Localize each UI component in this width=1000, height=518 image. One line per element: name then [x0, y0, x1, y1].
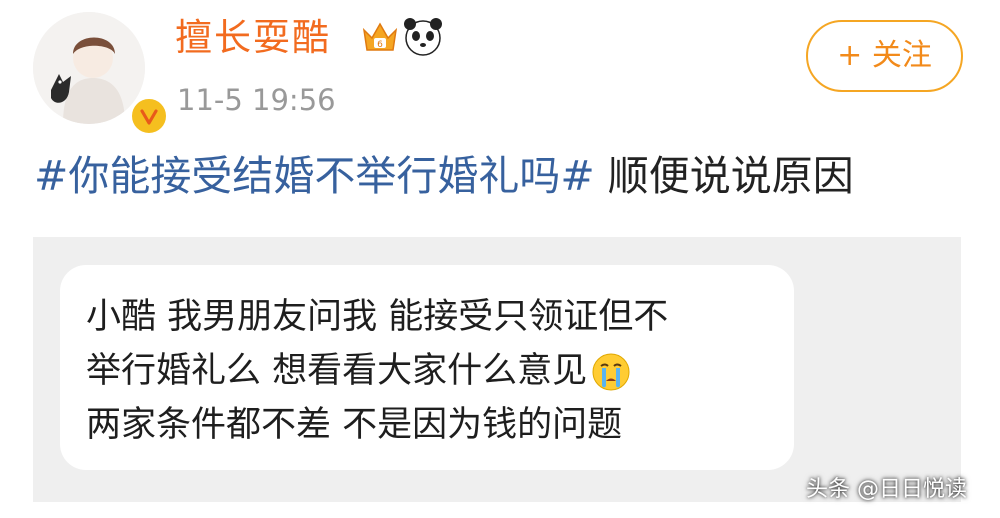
hashtag-link[interactable]: #你能接受结婚不举行婚礼吗# [34, 152, 595, 200]
avatar-illustration [33, 12, 145, 124]
username[interactable]: 擅长耍酷 [175, 14, 331, 62]
svg-text:6: 6 [377, 40, 383, 50]
watermark: 头条 @日日悦读 [806, 477, 967, 502]
post-body-text: 顺便说说原因 [594, 152, 854, 200]
chat-message-line: 两家条件都不差 不是因为钱的问题 [86, 405, 623, 445]
panda-icon [404, 18, 442, 56]
crying-face-icon [591, 352, 631, 392]
post-text: #你能接受结婚不举行婚礼吗# 顺便说说原因 [34, 146, 854, 206]
follow-button[interactable]: + 关注 [806, 20, 963, 92]
crown-badge-icon: 6 [362, 22, 398, 51]
user-badges: 6 [360, 16, 444, 60]
user-avatar[interactable] [33, 12, 169, 136]
verified-badge-icon [129, 96, 169, 136]
chat-message-line: 小酷 我男朋友问我 能接受只领证但不 [86, 297, 669, 337]
chat-message-text: 举行婚礼么 想看看大家什么意见 [86, 351, 588, 391]
post-timestamp: 11-5 19:56 [177, 83, 336, 117]
chat-message-line: 举行婚礼么 想看看大家什么意见 [86, 346, 631, 396]
